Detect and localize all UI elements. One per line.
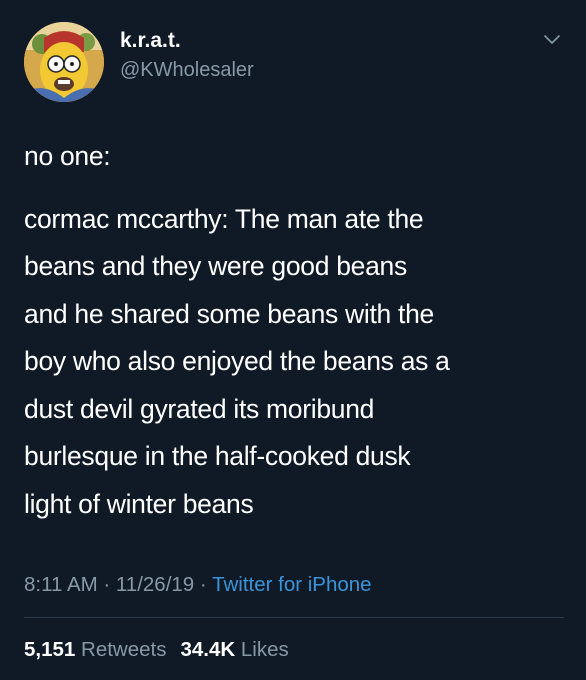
tweet-line: beans and they were good beans (24, 251, 407, 281)
likes-label: Likes (240, 638, 289, 661)
meta-separator: · (194, 573, 213, 596)
user-handle[interactable]: @KWholesaler (120, 56, 254, 84)
tweet-date[interactable]: 11/26/19 (116, 573, 194, 596)
tweet-line: no one: (24, 141, 111, 171)
avatar-image (24, 22, 104, 102)
tweet-line: light of winter beans (24, 488, 254, 519)
chevron-down-icon[interactable] (540, 28, 564, 52)
tweet-line: boy who also enjoyed the beans as a (24, 346, 450, 376)
tweet-text: no one: cormac mccarthy: The man ate the… (24, 133, 564, 528)
tweet-header: k.r.a.t. @KWholesaler (24, 22, 564, 102)
tweet-card: k.r.a.t. @KWholesaler no one: cormac mcc… (0, 0, 586, 680)
likes-count: 34.4K (180, 638, 236, 661)
tweet-line: and he shared some beans with the (24, 298, 434, 329)
user-info: k.r.a.t. @KWholesaler (120, 28, 254, 84)
tweet-line: burlesque in the half-cooked dusk (24, 441, 411, 471)
retweets-label: Retweets (81, 638, 167, 661)
tweet-meta: 8:11 AM · 11/26/19 · Twitter for iPhone (24, 570, 372, 600)
likes-stat[interactable]: 34.4K Likes (180, 638, 288, 661)
tweet-stats: 5,151 Retweets 34.4K Likes (24, 635, 289, 665)
tweet-source-link[interactable]: Twitter for iPhone (212, 573, 372, 596)
tweet-time[interactable]: 8:11 AM (24, 573, 98, 596)
tweet-line: dust devil gyrated its moribund (24, 393, 375, 424)
display-name[interactable]: k.r.a.t. (120, 28, 254, 54)
divider (24, 617, 564, 618)
tweet-line: cormac mccarthy: The man ate the (24, 203, 424, 234)
avatar[interactable] (24, 22, 104, 102)
meta-separator: · (97, 573, 116, 596)
retweets-stat[interactable]: 5,151 Retweets (24, 638, 166, 661)
retweets-count: 5,151 (24, 638, 76, 661)
